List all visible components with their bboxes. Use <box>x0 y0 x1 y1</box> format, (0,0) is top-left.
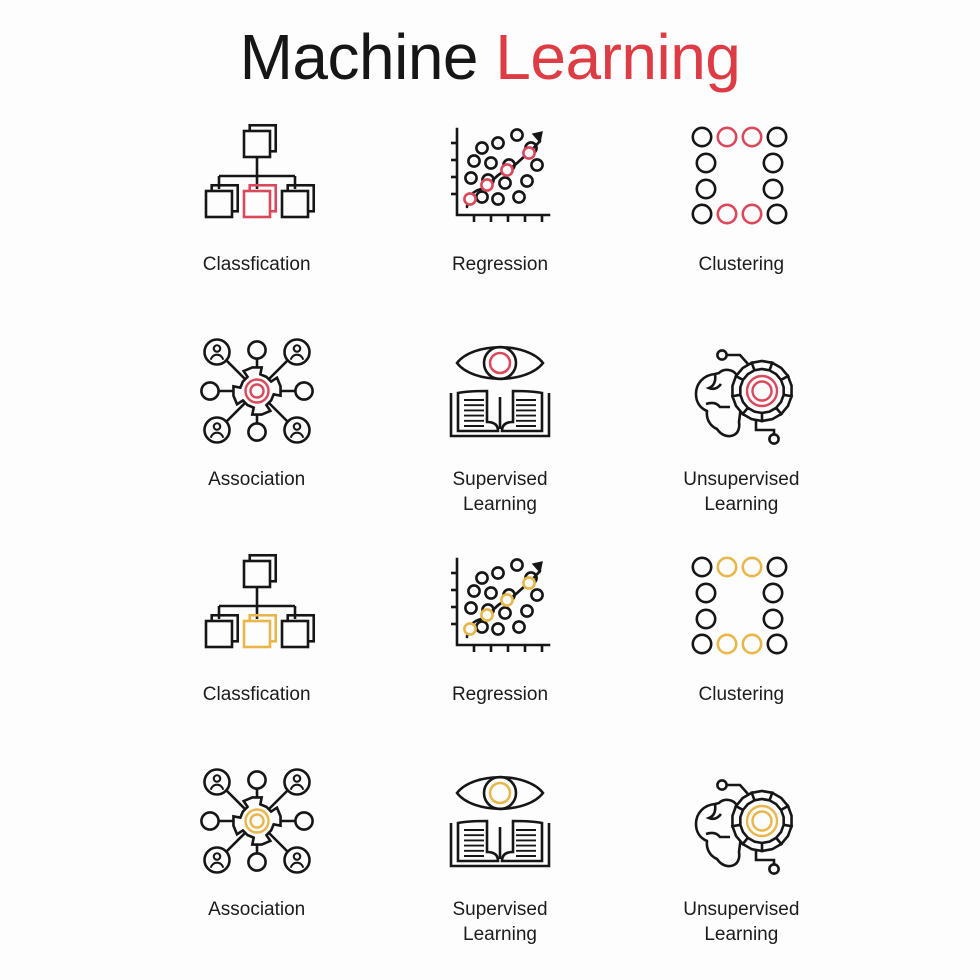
supervised-eye-book-icon <box>435 762 565 880</box>
icon-card-label: Supervised Learning <box>452 469 548 515</box>
icon-card-association[interactable]: Association <box>140 332 373 547</box>
poster-canvas: Machine Learning Classfication Regression… <box>0 0 980 980</box>
icon-card-supervised-learning[interactable]: Supervised Learning <box>383 762 616 977</box>
icon-grid: Classfication Regression Clustering Associa… <box>140 91 840 977</box>
icon-card-label: Regression <box>451 254 549 276</box>
association-network-icon <box>192 332 322 450</box>
supervised-eye-book-icon <box>435 332 565 450</box>
classification-tree-icon <box>192 547 322 665</box>
icon-card-regression[interactable]: Regression <box>383 547 616 762</box>
icon-card-classfication[interactable]: Classfication <box>140 547 373 762</box>
icon-card-clustering[interactable]: Clustering <box>625 547 858 762</box>
classification-tree-icon <box>192 117 322 235</box>
icon-card-label: Clustering <box>698 254 785 276</box>
icon-card-unsupervised-learning[interactable]: Unsupervised Learning <box>625 332 858 547</box>
regression-scatter-icon <box>435 547 565 665</box>
page-title: Machine Learning <box>0 0 980 91</box>
unsupervised-brain-gear-icon <box>676 762 806 880</box>
clustering-circles-icon <box>676 547 806 665</box>
icon-card-unsupervised-learning[interactable]: Unsupervised Learning <box>625 762 858 977</box>
icon-card-clustering[interactable]: Clustering <box>625 117 858 332</box>
icon-card-association[interactable]: Association <box>140 762 373 977</box>
icon-card-label: Unsupervised Learning <box>683 899 800 945</box>
icon-card-label: Classfication <box>202 684 311 706</box>
icon-card-regression[interactable]: Regression <box>383 117 616 332</box>
icon-card-label: Association <box>208 899 306 921</box>
regression-scatter-icon <box>435 117 565 235</box>
title-word-machine: Machine <box>239 21 479 93</box>
icon-card-supervised-learning[interactable]: Supervised Learning <box>383 332 616 547</box>
icon-card-label: Regression <box>451 684 549 706</box>
association-network-icon <box>192 762 322 880</box>
icon-card-classfication[interactable]: Classfication <box>140 117 373 332</box>
icon-card-label: Supervised Learning <box>452 899 548 945</box>
unsupervised-brain-gear-icon <box>676 332 806 450</box>
clustering-circles-icon <box>676 117 806 235</box>
title-word-learning: Learning <box>495 21 741 93</box>
icon-card-label: Unsupervised Learning <box>683 469 800 515</box>
icon-card-label: Classfication <box>202 254 311 276</box>
icon-card-label: Association <box>208 469 306 491</box>
icon-card-label: Clustering <box>698 684 785 706</box>
